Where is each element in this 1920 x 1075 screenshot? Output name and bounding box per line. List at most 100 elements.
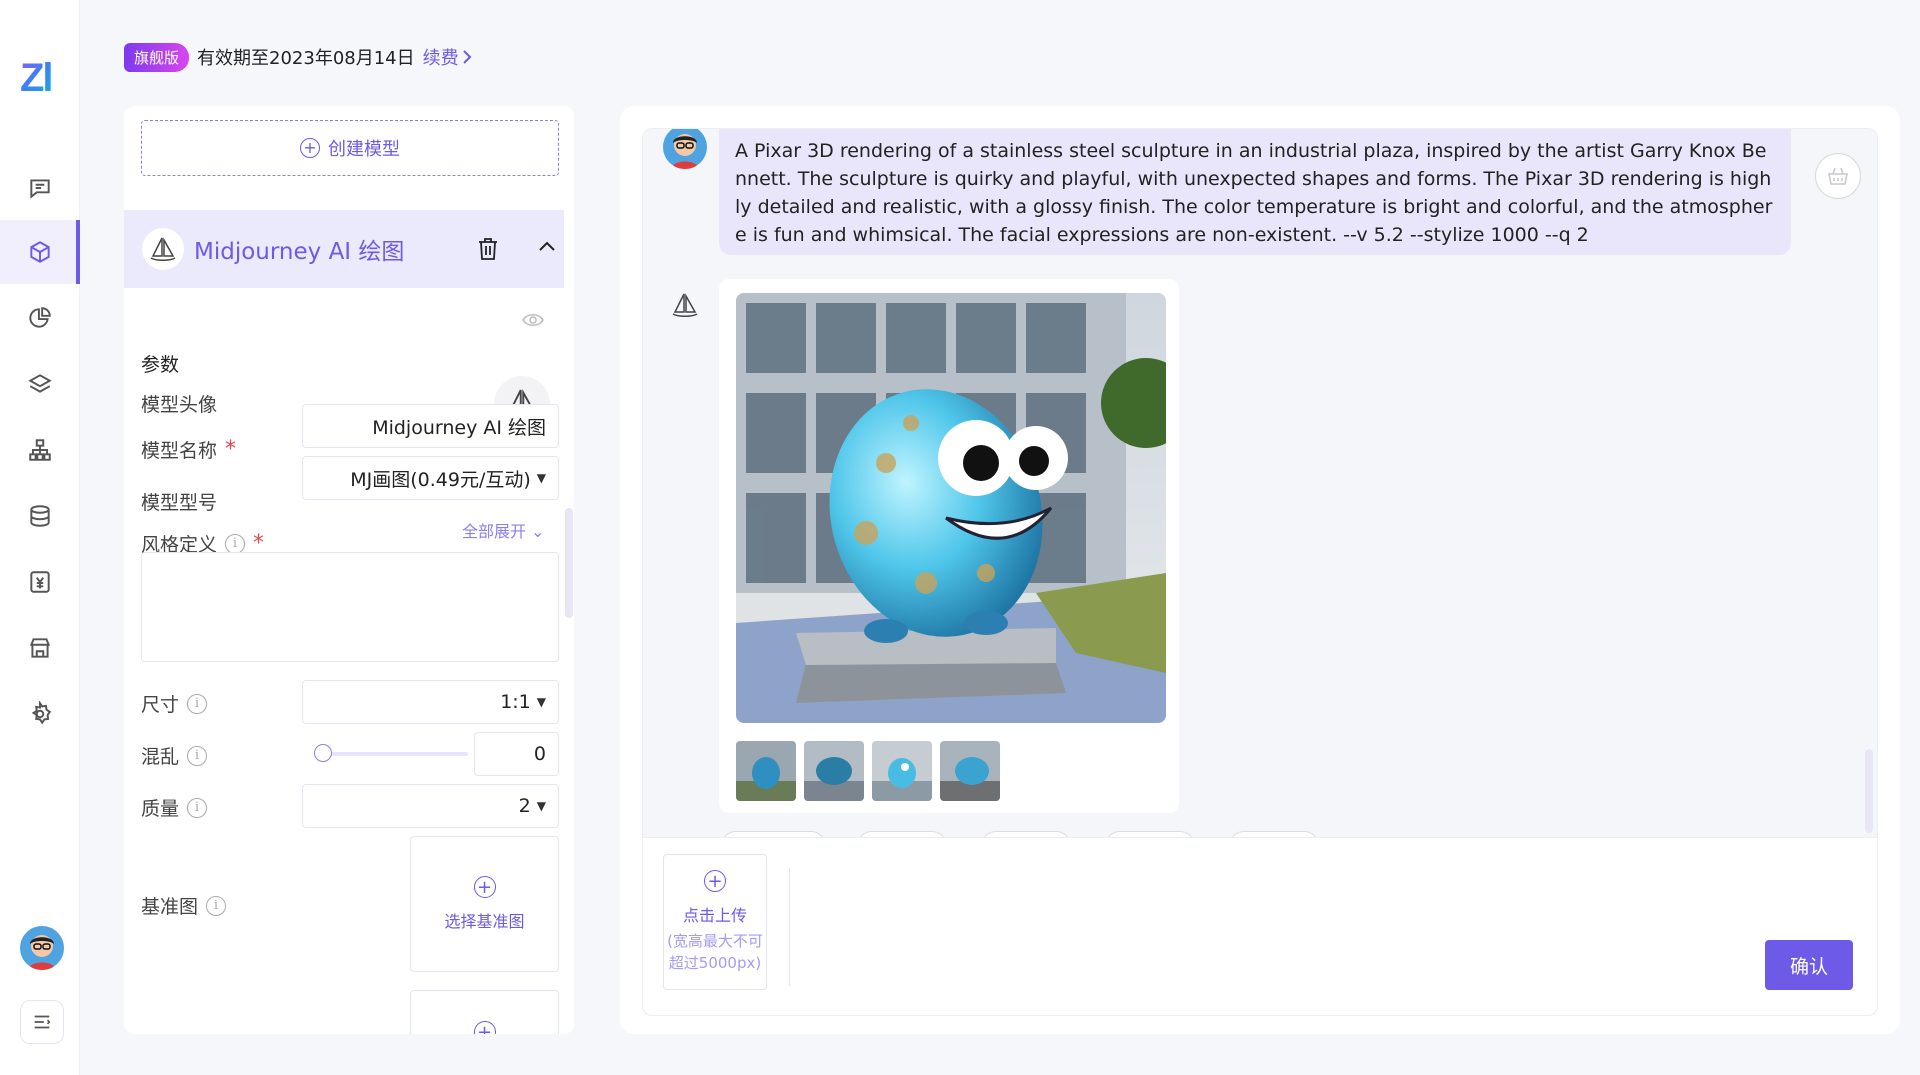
info-icon[interactable]: i	[225, 533, 246, 554]
model-title: Midjourney AI 绘图	[194, 239, 405, 265]
size-select[interactable]: 1:1 ▼	[302, 680, 559, 724]
info-icon[interactable]: i	[206, 895, 227, 916]
upload-title: 点击上传	[682, 906, 747, 925]
model-item-header[interactable]: Midjourney AI 绘图	[124, 210, 564, 288]
plus-circle-icon: +	[704, 870, 726, 892]
nav-chat[interactable]	[0, 156, 80, 220]
chat-area: A Pixar 3D rendering of a stainless stee…	[620, 106, 1900, 1034]
model-config-panel: + 创建模型 Midjourney AI 绘图 参数 模型头像 模型名称 * M…	[124, 106, 574, 1034]
nav-settings[interactable]	[0, 682, 80, 746]
info-icon[interactable]: i	[187, 797, 208, 818]
plus-circle-icon: +	[300, 138, 320, 158]
database-icon	[30, 505, 50, 527]
layers-icon	[28, 374, 52, 393]
left-rail: Zl	[0, 0, 80, 1075]
upload-hint: (宽高最大不可超过5000px)	[667, 932, 763, 972]
nav-layers[interactable]	[0, 352, 80, 416]
nav-org[interactable]	[0, 418, 80, 482]
plan-badge: 旗舰版	[124, 42, 190, 72]
model-type-select[interactable]: MJ画图(0.49元/互动) ▼	[302, 456, 559, 500]
required-mark: *	[225, 436, 237, 462]
chaos-slider-track[interactable]	[320, 752, 468, 756]
chaos-slider-thumb[interactable]	[314, 744, 332, 762]
chaos-field-label: 混乱	[141, 746, 180, 768]
chat-scrollbar[interactable]	[1865, 749, 1873, 833]
chaos-input[interactable]: 0	[474, 732, 559, 776]
menu-collapse-icon	[34, 1015, 51, 1029]
nav-store[interactable]	[0, 616, 80, 680]
org-chart-icon	[29, 439, 51, 461]
chaos-field-row: 混乱 i	[141, 742, 208, 769]
collapse-model-button[interactable]	[536, 236, 558, 258]
style-definition-textarea[interactable]	[141, 552, 559, 662]
thumbnail-2[interactable]	[804, 741, 864, 801]
avatar-field-label: 模型头像	[141, 394, 218, 416]
nav-billing[interactable]	[0, 550, 80, 614]
expiry-text: 有效期至2023年08月14日	[197, 48, 415, 69]
thumbnail-4[interactable]	[940, 741, 1000, 801]
user-prompt-bubble: A Pixar 3D rendering of a stainless stee…	[719, 129, 1791, 255]
confirm-button[interactable]: 确认	[1765, 940, 1853, 990]
chat-input-area: + 点击上传 (宽高最大不可超过5000px) 确认	[643, 837, 1877, 1015]
caret-down-icon: ▼	[536, 695, 546, 709]
eye-icon[interactable]	[522, 312, 544, 328]
sailboat-icon	[672, 293, 698, 317]
quality-field-row: 质量 i	[141, 794, 208, 821]
panel-scrollbar[interactable]	[565, 508, 573, 618]
renew-label: 续费	[422, 48, 459, 69]
cube-icon	[30, 241, 50, 263]
size-field-row: 尺寸 i	[141, 690, 208, 717]
ref-image-upload[interactable]: + 选择基准图	[410, 836, 559, 972]
quality-select[interactable]: 2 ▼	[302, 784, 559, 828]
create-model-button[interactable]: + 创建模型	[141, 120, 559, 176]
store-icon	[29, 638, 51, 658]
model-type-value: MJ画图(0.49元/互动)	[350, 468, 531, 491]
nav-database[interactable]	[0, 484, 80, 548]
delete-model-button[interactable]	[476, 236, 500, 262]
avatar-image	[663, 129, 707, 169]
caret-down-icon: ▼	[536, 471, 546, 485]
expand-all-link[interactable]: 全部展开 ⌄	[462, 518, 545, 542]
chat-window: A Pixar 3D rendering of a stainless stee…	[642, 128, 1878, 1016]
generated-image[interactable]	[736, 293, 1166, 723]
params-section-label: 参数	[141, 354, 180, 376]
plus-circle-icon: +	[473, 876, 496, 898]
basket-button[interactable]	[1815, 153, 1861, 199]
size-value: 1:1	[500, 691, 531, 713]
ref-field-label: 基准图	[141, 896, 199, 918]
size-field-label: 尺寸	[141, 694, 180, 716]
create-model-label: 创建模型	[328, 139, 400, 160]
collapse-sidebar-button[interactable]	[20, 1000, 64, 1044]
model-name-input[interactable]: Midjourney AI 绘图	[302, 404, 559, 448]
chaos-value: 0	[533, 743, 546, 765]
input-divider	[789, 868, 790, 986]
info-icon[interactable]: i	[187, 693, 208, 714]
thumbnail-3[interactable]	[872, 741, 932, 801]
user-message-avatar	[663, 129, 707, 169]
sculpture-image	[736, 293, 1166, 723]
chat-icon	[30, 179, 50, 199]
nav-models[interactable]	[0, 220, 80, 284]
renew-link[interactable]: 续费	[423, 44, 473, 70]
thumbnail-1[interactable]	[736, 741, 796, 801]
app-logo[interactable]: Zl	[20, 56, 54, 101]
caret-down-icon: ▼	[536, 799, 546, 813]
user-avatar[interactable]	[20, 926, 64, 970]
ref-image-upload-2[interactable]: +	[410, 990, 559, 1034]
ref-upload-label: 选择基准图	[444, 912, 525, 931]
yuan-icon	[30, 571, 50, 593]
chevron-right-icon	[462, 50, 472, 64]
quality-field-label: 质量	[141, 798, 180, 820]
image-upload-button[interactable]: + 点击上传 (宽高最大不可超过5000px)	[663, 854, 767, 990]
prompt-input[interactable]	[803, 854, 1683, 990]
nav-apps[interactable]	[0, 286, 80, 350]
sailboat-icon	[142, 228, 184, 270]
name-field-row: 模型名称 *	[141, 436, 236, 463]
generated-image-card	[719, 279, 1179, 813]
gear-icon	[31, 701, 52, 725]
name-field-label: 模型名称	[141, 440, 218, 462]
basket-icon	[1828, 167, 1848, 185]
type-field-label: 模型型号	[141, 492, 218, 514]
info-icon[interactable]: i	[187, 745, 208, 766]
plan-bar: 旗舰版 有效期至2023年08月14日 续费	[124, 42, 473, 72]
